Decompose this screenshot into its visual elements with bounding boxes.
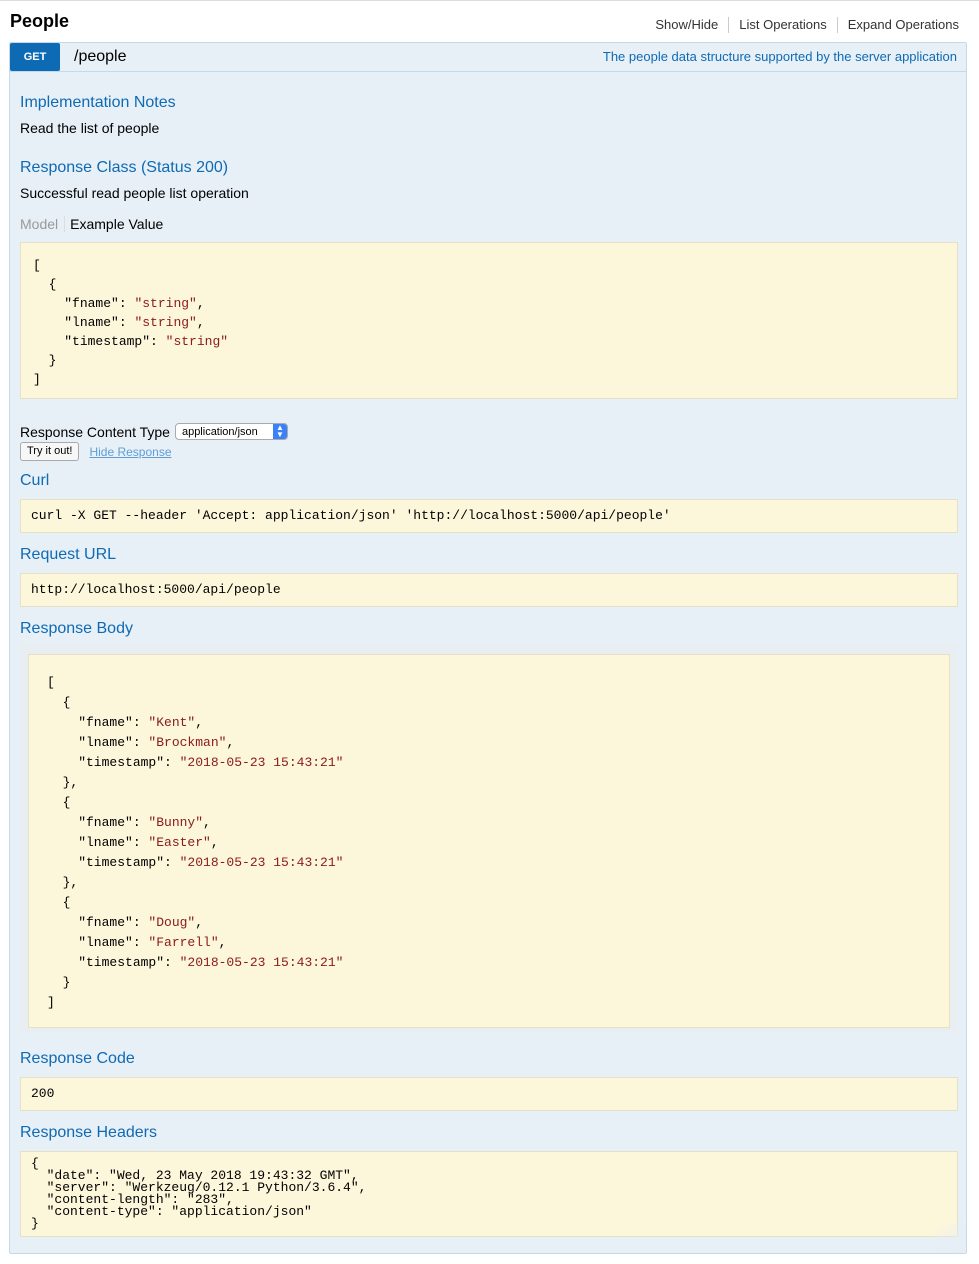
tab-example-value[interactable]: Example Value — [65, 216, 163, 232]
response-body-code[interactable]: [ { "fname": "Kent", "lname": "Brockman"… — [47, 673, 931, 1013]
response-body-title: Response Body — [20, 620, 133, 637]
response-body-box: [ { "fname": "Kent", "lname": "Brockman"… — [28, 654, 950, 1028]
example-value-box: [ { "fname": "string", "lname": "string"… — [20, 242, 958, 399]
response-code-box: 200 — [20, 1077, 958, 1111]
response-code[interactable]: 200 — [31, 1085, 947, 1103]
implementation-notes-title: Implementation Notes — [20, 94, 176, 111]
select-arrows-icon: ▲ ▼ — [272, 424, 287, 439]
model-tabs: Model Example Value — [20, 216, 163, 232]
person-fname: "Bunny" — [148, 815, 204, 830]
resize-grip — [906, 1223, 966, 1253]
resource-header: People Show/Hide List Operations Expand … — [0, 0, 979, 43]
hide-response-link[interactable]: Hide Response — [89, 445, 171, 459]
curl-title: Curl — [20, 472, 50, 489]
list-operations-link[interactable]: List Operations — [728, 17, 836, 33]
example-line: } — [33, 353, 57, 368]
person-timestamp: "2018-05-23 15:43:21" — [179, 755, 344, 770]
person-timestamp: "2018-05-23 15:43:21" — [179, 955, 344, 970]
resource-title[interactable]: People — [10, 11, 69, 32]
try-it-out-button[interactable]: Try it out! — [20, 442, 80, 461]
person-lname: "Easter" — [148, 835, 211, 850]
request-url-box: http://localhost:5000/api/people — [20, 573, 958, 607]
person-fname: "Doug" — [148, 915, 196, 930]
example-line: [ — [33, 258, 41, 273]
example-value-code: [ { "fname": "string", "lname": "string"… — [33, 258, 229, 387]
request-url-title: Request URL — [20, 546, 117, 563]
response-body-wrapper: [ { "fname": "Kent", "lname": "Brockman"… — [20, 643, 958, 1033]
resource-links: Show/Hide List Operations Expand Operati… — [645, 17, 959, 33]
curl-box: curl -X GET --header 'Accept: applicatio… — [20, 499, 958, 533]
person-fname: "Kent" — [148, 715, 196, 730]
operation-panel: GET /people The people data structure su… — [9, 42, 967, 1254]
header-line: } — [31, 1216, 39, 1231]
example-line: { — [33, 277, 57, 292]
operation-path[interactable]: /people — [74, 48, 127, 66]
operation-heading[interactable]: GET /people The people data structure su… — [10, 43, 966, 72]
response-headers-box: { "date": "Wed, 23 May 2018 19:43:32 GMT… — [20, 1151, 958, 1237]
example-line: ] — [33, 372, 41, 387]
expand-operations-link[interactable]: Expand Operations — [836, 17, 959, 33]
header-line: "content-type": "application/json" — [31, 1204, 312, 1219]
response-content-type-row: Response Content Type application/json ▲… — [20, 423, 288, 440]
response-code-title: Response Code — [20, 1050, 135, 1067]
request-url[interactable]: http://localhost:5000/api/people — [31, 581, 947, 599]
response-class-title: Response Class (Status 200) — [20, 159, 229, 176]
operation-summary[interactable]: The people data structure supported by t… — [603, 49, 957, 64]
response-content-type-select[interactable]: application/json ▲ ▼ — [174, 423, 288, 440]
curl-command[interactable]: curl -X GET --header 'Accept: applicatio… — [31, 507, 947, 525]
show-hide-link[interactable]: Show/Hide — [645, 17, 728, 33]
tab-model[interactable]: Model — [20, 216, 66, 232]
person-lname: "Farrell" — [148, 935, 219, 950]
try-row: Try it out! Hide Response — [20, 442, 172, 461]
person-timestamp: "2018-05-23 15:43:21" — [179, 855, 344, 870]
http-method-badge[interactable]: GET — [10, 43, 60, 71]
response-headers-title: Response Headers — [20, 1124, 157, 1141]
response-headers-code[interactable]: { "date": "Wed, 23 May 2018 19:43:32 GMT… — [31, 1157, 947, 1231]
response-class-text: Successful read people list operation — [20, 185, 249, 201]
response-content-type-label: Response Content Type — [20, 423, 170, 440]
implementation-notes: Read the list of people — [20, 120, 160, 136]
person-lname: "Brockman" — [148, 735, 227, 750]
